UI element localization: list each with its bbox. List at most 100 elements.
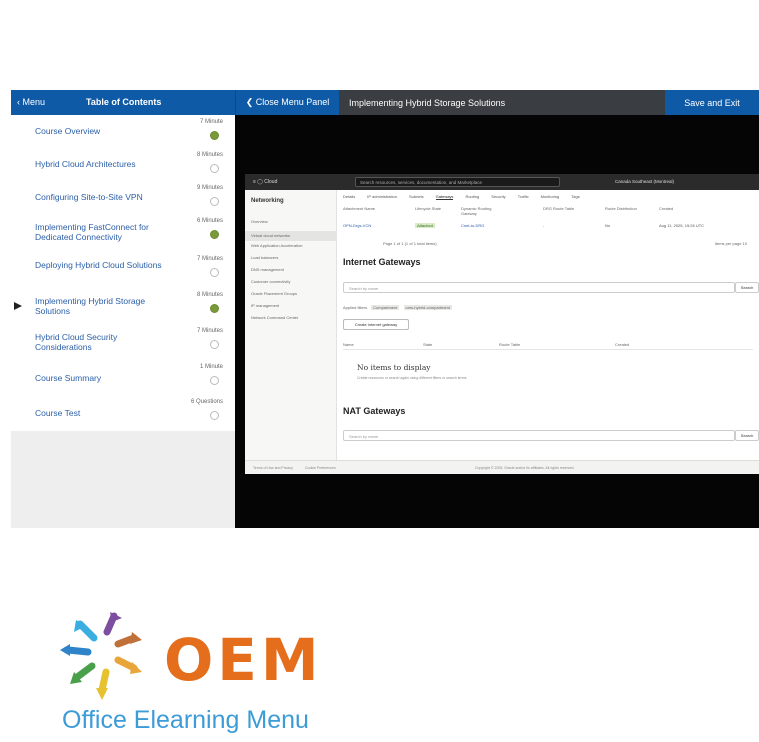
- toc-item[interactable]: Deploying Hybrid Cloud Solutions 7 Minute…: [11, 252, 235, 286]
- incomplete-status-icon: [210, 164, 219, 173]
- brand-tagline: Office Elearning Menu: [62, 706, 309, 734]
- console-tab[interactable]: Subnets: [409, 194, 424, 199]
- top-bar: ‹ Menu Table of Contents ❮ Close Menu Pa…: [11, 90, 759, 115]
- console-tab[interactable]: Gateways: [435, 194, 454, 200]
- complete-status-icon: [210, 230, 219, 239]
- internet-gateway-search-input[interactable]: Search by name: [343, 282, 735, 293]
- toc-item[interactable]: Course Overview 7 Minute: [11, 115, 235, 149]
- console-topbar: ≡ ◯ Cloud Search resources, services, do…: [245, 174, 759, 190]
- search-button[interactable]: Search: [735, 282, 759, 293]
- table-header-cell: Dynamic Routing Gateway: [461, 206, 492, 216]
- sidebar-footer: [11, 431, 235, 528]
- arrows-logo-icon: [60, 612, 142, 700]
- console-tab[interactable]: Details: [343, 194, 355, 199]
- toc-item-label: Course Overview: [35, 126, 101, 136]
- console-logo: ≡ ◯ Cloud: [253, 179, 278, 185]
- oem-logo: OEM Office Elearning Menu: [52, 612, 382, 737]
- close-menu-panel-button[interactable]: ❮ Close Menu Panel: [235, 90, 339, 115]
- toc-item-duration: 6 Questions: [190, 399, 223, 405]
- current-item-pointer-icon: [14, 302, 22, 310]
- complete-status-icon: [210, 304, 219, 313]
- internet-gateways-title: Internet Gateways: [343, 257, 421, 267]
- menu-button[interactable]: ‹ Menu: [17, 97, 45, 107]
- complete-status-icon: [210, 131, 219, 140]
- footer-terms-link[interactable]: Terms of Use and Privacy: [253, 466, 293, 470]
- incomplete-status-icon: [210, 376, 219, 385]
- console-sidebar-item[interactable]: DNS management: [251, 267, 284, 272]
- toc-item-duration: 7 Minutes: [196, 256, 223, 262]
- gateway-table-header: Name State Route Table Created: [343, 342, 753, 350]
- page: ‹ Menu Table of Contents ❮ Close Menu Pa…: [0, 0, 759, 742]
- table-header-cell: DRG Route Table: [543, 206, 575, 211]
- console-tab[interactable]: IP administration: [367, 194, 397, 199]
- toc-item[interactable]: Hybrid Cloud Security Considerations 7 Mi…: [11, 324, 235, 358]
- console-sidebar-item[interactable]: Oracle Placement Groups: [251, 291, 297, 296]
- console-sidebar-item[interactable]: Overview: [251, 219, 268, 224]
- console-tab[interactable]: Traffic: [518, 194, 529, 199]
- table-cell[interactable]: OPN-Drgs-VCN: [343, 223, 371, 228]
- table-header-cell: State: [423, 342, 433, 347]
- toc-item[interactable]: Course Test 6 Questions: [11, 395, 235, 429]
- console-sidebar: Networking Overview Virtual cloud network…: [245, 190, 337, 460]
- toc-item[interactable]: Implementing Hybrid Storage Solutions 8 M…: [11, 288, 235, 322]
- toc-item-label: Deploying Hybrid Cloud Solutions: [35, 260, 162, 270]
- search-button[interactable]: Search: [735, 430, 759, 441]
- region-selector[interactable]: Canada Southeast (Montreal): [615, 179, 674, 184]
- table-header-cell: Created: [659, 206, 674, 211]
- table-cell: No: [605, 223, 611, 228]
- sidebar-heading: Networking: [251, 198, 284, 204]
- table-header-cell: Route Table: [499, 342, 521, 347]
- toc-item-label: Course Summary: [35, 373, 102, 383]
- toc-item[interactable]: Implementing FastConnect for Dedicated C…: [11, 214, 235, 248]
- video-area[interactable]: ≡ ◯ Cloud Search resources, services, do…: [235, 115, 759, 528]
- toc-item[interactable]: Configuring Site-to-Site VPN 9 Minutes: [11, 181, 235, 215]
- toc-item-duration: 7 Minute: [199, 119, 223, 125]
- toc-item-duration: 8 Minutes: [196, 152, 223, 158]
- filter-chip[interactable]: Compartment: [371, 305, 400, 310]
- toc-item-label: Course Test: [35, 408, 81, 418]
- incomplete-status-icon: [210, 197, 219, 206]
- console-tab[interactable]: Routing: [465, 194, 479, 199]
- toc-item-duration: 1 Minute: [199, 364, 223, 370]
- console-tab[interactable]: Tags: [571, 194, 579, 199]
- create-internet-gateway-button[interactable]: Create internet gateway: [343, 319, 409, 330]
- toc-item[interactable]: Hybrid Cloud Architectures 8 Minutes: [11, 148, 235, 182]
- incomplete-status-icon: [210, 411, 219, 420]
- nat-gateways-title: NAT Gateways: [343, 406, 406, 416]
- console-sidebar-item[interactable]: Customer connectivity: [251, 279, 290, 284]
- console-footer: Terms of Use and Privacy Cookie Preferen…: [245, 460, 759, 474]
- table-header-cell: Attachment Name: [343, 206, 376, 211]
- console-tab[interactable]: Monitoring: [541, 194, 560, 199]
- footer-copyright: Copyright © 2025, Oracle and/or its affi…: [475, 466, 575, 470]
- table-header-cell: Lifecycle State: [415, 206, 442, 211]
- toc-header: ‹ Menu Table of Contents: [11, 90, 235, 115]
- table-cell: Aug 11, 2025, 15:26 UTC: [659, 223, 705, 228]
- filter-chip[interactable]: oms-hybrid-compartment: [403, 305, 452, 310]
- console-sidebar-item[interactable]: Network Command Center: [251, 315, 298, 320]
- table-header-cell: Route Distribution: [605, 206, 637, 211]
- toc-sidebar: Course Overview 7 Minute Hybrid Cloud Arch…: [11, 115, 235, 431]
- nat-gateway-search-input[interactable]: Search by name: [343, 430, 735, 441]
- toc-item-duration: 9 Minutes: [196, 185, 223, 191]
- save-and-exit-button[interactable]: Save and Exit: [665, 90, 759, 115]
- table-header-cell: Name: [343, 342, 354, 347]
- incomplete-status-icon: [210, 268, 219, 277]
- rows-per-page[interactable]: Items per page 10: [715, 241, 747, 246]
- toc-item[interactable]: Course Summary 1 Minute: [11, 360, 235, 394]
- toc-title: Table of Contents: [86, 97, 162, 107]
- toc-item-label: Hybrid Cloud Security Considerations: [35, 332, 118, 352]
- toc-item-label: Implementing Hybrid Storage Solutions: [35, 296, 146, 316]
- console-sidebar-item[interactable]: Load balancers: [251, 255, 278, 260]
- footer-cookie-link[interactable]: Cookie Preferences: [305, 466, 336, 470]
- toc-item-duration: 7 Minutes: [196, 328, 223, 334]
- empty-state-subtitle: Create resources or search again using d…: [357, 376, 467, 380]
- console-sidebar-item[interactable]: Web Application Acceleration: [251, 243, 303, 248]
- console-sidebar-item[interactable]: Virtual cloud networks: [245, 231, 337, 241]
- console-tab[interactable]: Security: [491, 194, 505, 199]
- table-cell: Attached: [415, 223, 435, 228]
- console-main: Details IP administration Subnets Gateways R…: [337, 190, 759, 460]
- lesson-title: Implementing Hybrid Storage Solutions: [339, 90, 665, 115]
- table-cell[interactable]: Cnet-to-DRG: [461, 223, 484, 228]
- console-search-input[interactable]: Search resources, services, documentatio…: [355, 177, 560, 187]
- console-sidebar-item[interactable]: IP management: [251, 303, 279, 308]
